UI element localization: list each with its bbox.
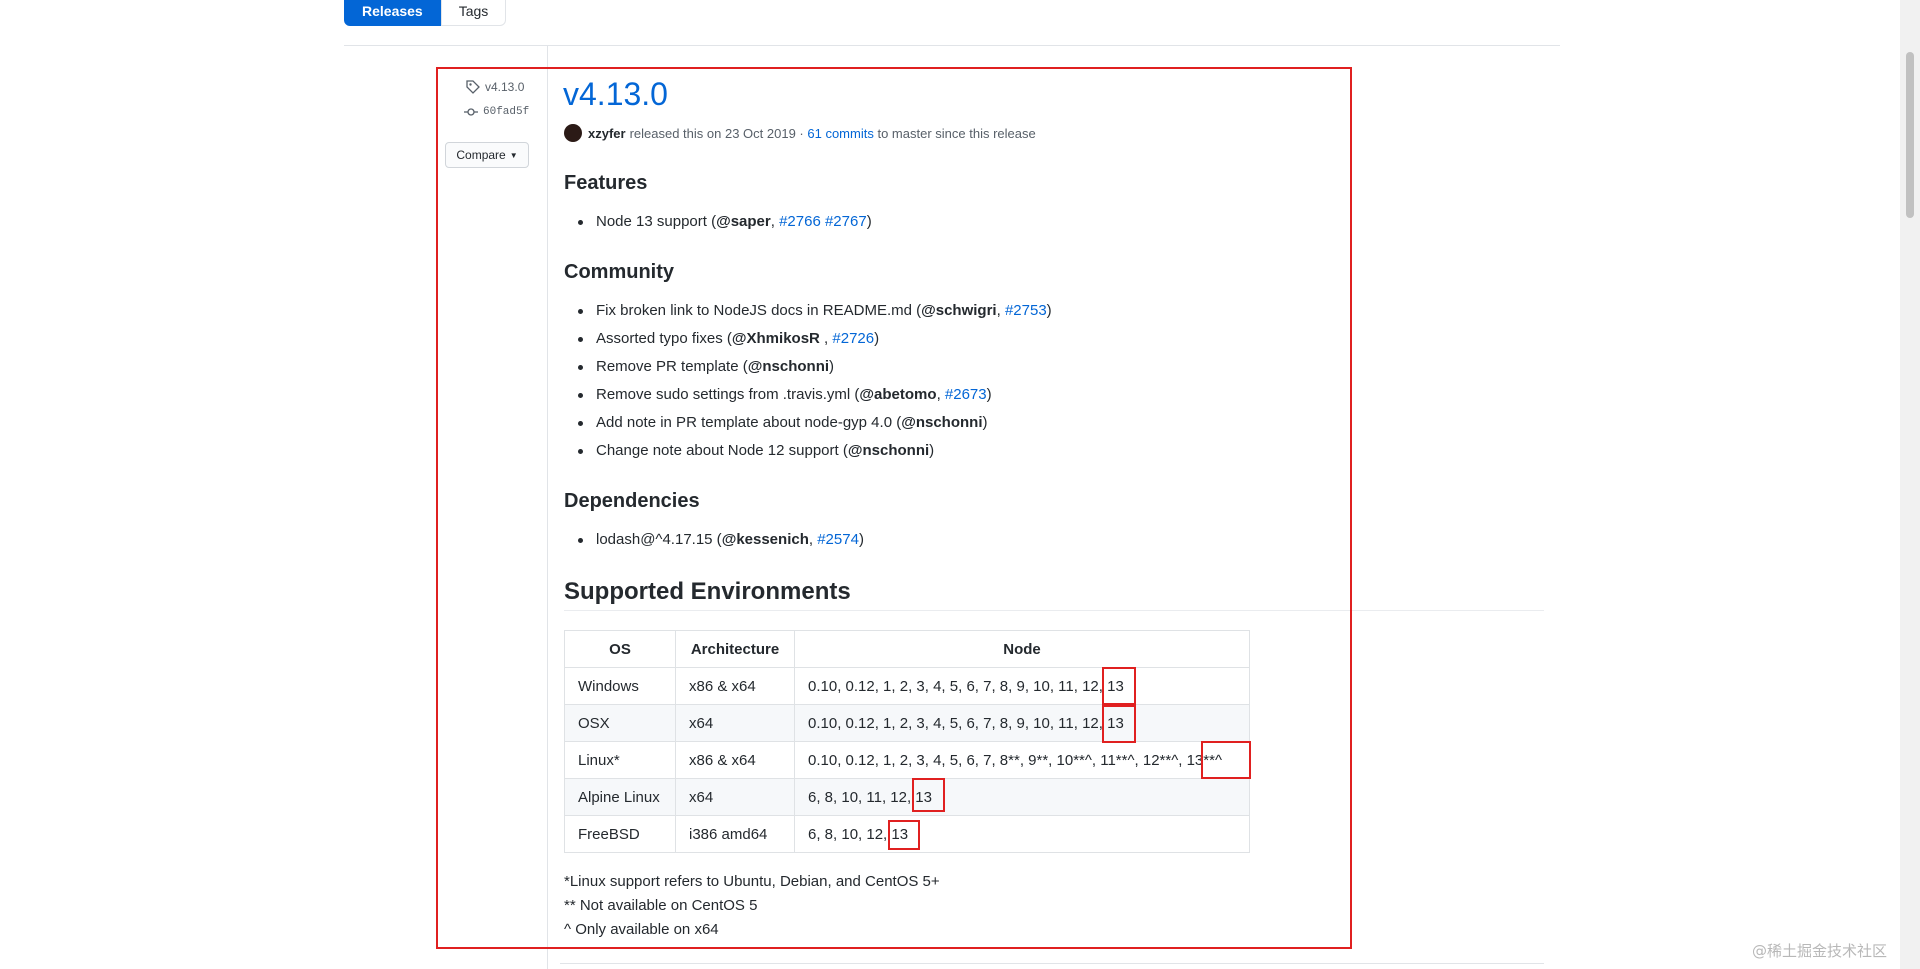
highlight-box (1102, 703, 1136, 743)
watermark: @稀土掘金技术社区 (1752, 942, 1888, 960)
highlight-box (1201, 741, 1251, 779)
release-tabs: Releases Tags (344, 0, 507, 26)
divider (560, 963, 1544, 964)
divider (344, 45, 1560, 46)
highlight-box (912, 778, 945, 812)
scrollbar-thumb[interactable] (1906, 52, 1914, 218)
highlight-box (1102, 667, 1136, 707)
highlight-box (436, 67, 1352, 949)
tab-releases[interactable]: Releases (344, 0, 441, 26)
highlight-box (888, 820, 920, 850)
tab-tags[interactable]: Tags (440, 0, 507, 26)
